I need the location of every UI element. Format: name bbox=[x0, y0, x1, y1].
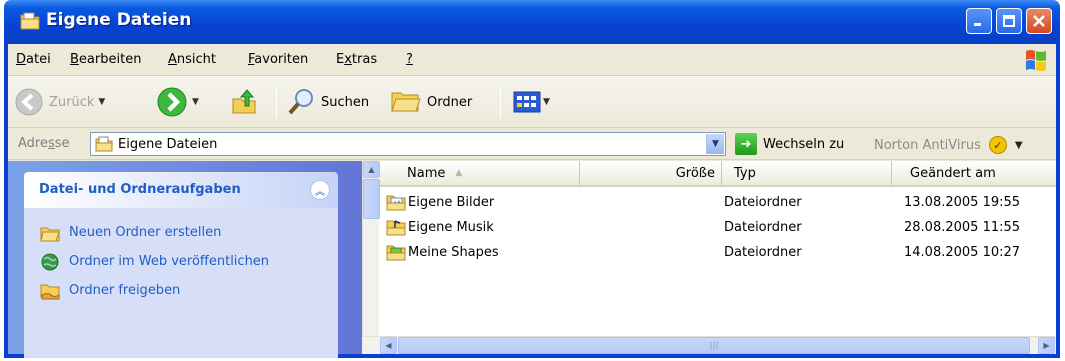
maximize-button[interactable] bbox=[996, 8, 1022, 34]
publish-web-icon bbox=[41, 253, 59, 270]
menu-help[interactable]: ? bbox=[406, 52, 413, 67]
file-name: Eigene Bilder bbox=[408, 194, 495, 210]
main-area: Datei- und Ordneraufgaben ︽ Neuen Ordner… bbox=[8, 161, 1056, 358]
file-modified: 28.08.2005 11:55 bbox=[904, 220, 1021, 235]
view-icon bbox=[513, 91, 541, 113]
sort-ascending-icon: ▲ bbox=[455, 168, 463, 178]
close-icon bbox=[1033, 15, 1045, 27]
address-dropdown-icon[interactable]: ▼ bbox=[706, 134, 724, 154]
file-folder-tasks-panel: Datei- und Ordneraufgaben ︽ Neuen Ordner… bbox=[24, 172, 338, 358]
file-list: Name ▲ Größe Typ Geändert am Eigene Bild… bbox=[380, 161, 1056, 354]
back-dropdown-icon[interactable]: ▼ bbox=[98, 97, 105, 107]
file-type: Dateiordner bbox=[724, 195, 802, 210]
minimize-button[interactable] bbox=[966, 8, 992, 34]
list-item[interactable]: Eigene Musik Dateiordner 28.08.2005 11:5… bbox=[380, 218, 1056, 238]
new-folder-icon bbox=[40, 227, 60, 241]
close-button[interactable] bbox=[1026, 8, 1052, 34]
list-header: Name ▲ Größe Typ Geändert am bbox=[380, 161, 1056, 187]
norton-antivirus-button[interactable]: Norton AntiVirus ✓ ▼ bbox=[874, 136, 1023, 154]
file-type: Dateiordner bbox=[724, 245, 802, 260]
minimize-icon bbox=[974, 23, 981, 26]
task-panel-header[interactable]: Datei- und Ordneraufgaben ︽ bbox=[24, 172, 338, 208]
go-arrow-icon: ➜ bbox=[735, 133, 757, 155]
windows-logo-icon bbox=[1026, 50, 1046, 71]
folder-icon bbox=[95, 136, 113, 152]
menu-bearbeiten[interactable]: Bearbeiten bbox=[70, 52, 141, 67]
file-name: Eigene Musik bbox=[408, 219, 494, 235]
address-label: Adresse bbox=[18, 136, 70, 151]
window-title: Eigene Dateien bbox=[46, 10, 192, 30]
column-modified-header[interactable]: Geändert am bbox=[892, 161, 1056, 185]
forward-arrow-icon bbox=[157, 87, 187, 117]
address-input[interactable]: Eigene Dateien ▼ bbox=[90, 132, 726, 156]
pictures-folder-icon bbox=[386, 195, 406, 211]
column-type-header[interactable]: Typ bbox=[722, 161, 892, 185]
horizontal-scrollbar[interactable]: ◀ ||| ▶ bbox=[362, 336, 1056, 354]
scroll-right-button[interactable]: ▶ bbox=[1038, 337, 1055, 354]
file-modified: 13.08.2005 19:55 bbox=[904, 195, 1021, 210]
file-modified: 14.08.2005 10:27 bbox=[904, 245, 1021, 260]
scroll-left-button[interactable]: ◀ bbox=[380, 337, 397, 354]
horizontal-scroll-thumb[interactable]: ||| bbox=[398, 337, 1030, 354]
column-size-header[interactable]: Größe bbox=[580, 161, 722, 185]
vertical-scroll-thumb[interactable] bbox=[363, 179, 380, 219]
toolbar: Zurück ▼ ▼ Suchen Ordner ▼ bbox=[8, 76, 1056, 128]
folder-icon bbox=[20, 12, 40, 30]
file-name: Meine Shapes bbox=[408, 244, 499, 260]
search-icon bbox=[288, 89, 313, 115]
menu-extras[interactable]: Extras bbox=[336, 52, 377, 67]
vertical-scrollbar[interactable]: ▲ ▼ bbox=[362, 161, 380, 354]
music-folder-icon bbox=[386, 220, 406, 236]
task-new-folder[interactable]: Neuen Ordner erstellen bbox=[24, 218, 338, 247]
file-type: Dateiordner bbox=[724, 220, 802, 235]
maximize-icon bbox=[1003, 15, 1015, 27]
menu-ansicht[interactable]: Ansicht bbox=[168, 52, 216, 67]
task-pane: Datei- und Ordneraufgaben ︽ Neuen Ordner… bbox=[8, 161, 362, 358]
task-panel-body: Neuen Ordner erstellen Ordner im Web ver… bbox=[24, 208, 338, 358]
up-folder-icon bbox=[232, 89, 256, 114]
collapse-icon[interactable]: ︽ bbox=[310, 180, 330, 200]
scroll-up-button[interactable]: ▲ bbox=[363, 161, 380, 178]
share-folder-icon bbox=[40, 284, 60, 299]
forward-dropdown-icon[interactable]: ▼ bbox=[192, 97, 199, 107]
forward-button[interactable]: ▼ bbox=[156, 87, 199, 117]
task-publish-web[interactable]: Ordner im Web veröffentlichen bbox=[24, 247, 338, 276]
title-bar[interactable]: Eigene Dateien bbox=[4, 0, 1060, 44]
window-client: Datei Bearbeiten Ansicht Favoriten Extra… bbox=[8, 44, 1056, 358]
view-dropdown-icon[interactable]: ▼ bbox=[543, 97, 550, 107]
address-bar: Adresse Eigene Dateien ▼ ➜ Wechseln zu N… bbox=[8, 128, 1056, 160]
folders-button[interactable]: Ordner bbox=[390, 87, 472, 117]
list-item[interactable]: Meine Shapes Dateiordner 14.08.2005 10:2… bbox=[380, 243, 1056, 263]
norton-dropdown-icon[interactable]: ▼ bbox=[1015, 140, 1023, 151]
list-item[interactable]: Eigene Bilder Dateiordner 13.08.2005 19:… bbox=[380, 193, 1056, 213]
menu-favoriten[interactable]: Favoriten bbox=[248, 52, 308, 67]
shapes-folder-icon bbox=[386, 245, 406, 261]
norton-icon: ✓ bbox=[988, 136, 1007, 154]
task-share-folder[interactable]: Ordner freigeben bbox=[24, 276, 338, 305]
explorer-window: Eigene Dateien Datei Bearbeiten Ansicht … bbox=[4, 0, 1060, 358]
view-button[interactable]: ▼ bbox=[512, 87, 550, 117]
menu-datei[interactable]: Datei bbox=[16, 52, 51, 67]
column-name-header[interactable]: Name ▲ bbox=[380, 161, 580, 185]
up-folder-button[interactable] bbox=[230, 87, 260, 117]
back-button[interactable]: Zurück ▼ bbox=[14, 87, 105, 117]
search-button[interactable]: Suchen bbox=[286, 87, 369, 117]
back-arrow-icon bbox=[15, 88, 43, 116]
go-button[interactable]: ➜ Wechseln zu bbox=[735, 132, 844, 156]
folders-icon bbox=[391, 92, 421, 112]
menu-bar: Datei Bearbeiten Ansicht Favoriten Extra… bbox=[8, 44, 1056, 76]
